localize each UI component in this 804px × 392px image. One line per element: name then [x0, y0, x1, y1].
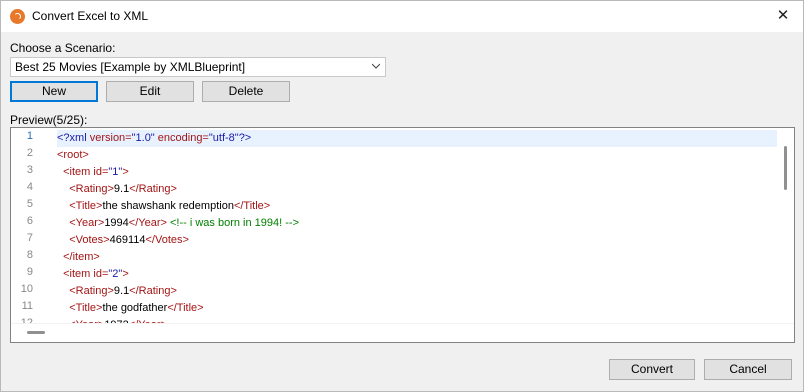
- code-token: 469114: [109, 234, 146, 246]
- line-number: 10: [20, 283, 33, 295]
- scenario-select[interactable]: Best 25 Movies [Example by XMLBlueprint]: [10, 57, 386, 77]
- code-token: <?xml: [57, 132, 90, 144]
- code-line: <root>: [57, 147, 89, 164]
- code-line: <Year>1994</Year> <!-- i was born in 199…: [57, 215, 299, 232]
- code-token: >: [122, 166, 129, 178]
- code-token: 9.1: [113, 285, 130, 297]
- line-number: 8: [26, 249, 33, 261]
- code-token: "utf-8": [208, 132, 239, 144]
- code-token: <Title>: [69, 200, 103, 212]
- code-line: <item id="1">: [57, 164, 129, 181]
- line-number: 3: [26, 164, 33, 176]
- code-token: </Title>: [167, 302, 204, 314]
- code-token: version=: [89, 132, 132, 144]
- code-token: "2": [108, 268, 123, 280]
- app-logo-icon: [10, 9, 25, 24]
- code-token: <Year>: [69, 217, 105, 229]
- convert-button[interactable]: Convert: [609, 359, 695, 380]
- vertical-scrollbar[interactable]: [777, 128, 794, 323]
- code-line: <Title>the shawshank redemption</Title>: [57, 198, 270, 215]
- code-token: 1994: [104, 217, 129, 229]
- code-area[interactable]: <?xml version="1.0" encoding="utf-8"?> <r…: [57, 128, 777, 331]
- code-line: <Rating>9.1</Rating>: [57, 283, 177, 300]
- code-line: <Title>the godfather</Title>: [57, 300, 204, 317]
- line-number: 9: [26, 266, 33, 278]
- code-token: </Title>: [233, 200, 271, 212]
- code-line: </item>: [57, 249, 100, 266]
- code-token: </Year>: [128, 217, 167, 229]
- code-token: >: [122, 268, 129, 280]
- preview-label: Preview(5/25):: [10, 113, 88, 127]
- title-bar: Convert Excel to XML ✕: [1, 1, 803, 32]
- code-token: 9.1: [113, 183, 130, 195]
- line-number: 6: [26, 215, 33, 227]
- code-line: <Votes>469114</Votes>: [57, 232, 189, 249]
- cancel-button-label: Cancel: [729, 362, 767, 376]
- code-line: <item id="2">: [57, 266, 129, 283]
- edit-button-label: Edit: [139, 84, 161, 98]
- line-number: 7: [26, 232, 33, 244]
- code-token: the shawshank redemption: [102, 200, 234, 212]
- code-token: <Rating>: [69, 285, 114, 297]
- scenario-label: Choose a Scenario:: [10, 41, 116, 55]
- code-token: ?>: [238, 132, 252, 144]
- code-token: "1.0": [131, 132, 158, 144]
- code-token: <Votes>: [69, 234, 110, 246]
- code-token: encoding=: [157, 132, 209, 144]
- line-number: 2: [26, 147, 33, 159]
- convert-button-label: Convert: [630, 362, 674, 376]
- code-token: </Rating>: [129, 285, 177, 297]
- delete-button-label: Delete: [228, 84, 264, 98]
- code-token: <Title>: [69, 302, 103, 314]
- chevron-down-icon: [372, 63, 380, 69]
- code-token: <!-- i was born in 1994! -->: [166, 217, 299, 229]
- dialog-window: Convert Excel to XML ✕ Choose a Scenario…: [0, 0, 804, 392]
- code-line: <?xml version="1.0" encoding="utf-8"?>: [57, 130, 777, 147]
- line-number: 5: [26, 198, 33, 210]
- code-token: </Votes>: [145, 234, 189, 246]
- edit-button[interactable]: Edit: [106, 81, 194, 102]
- code-token: the godfather: [102, 302, 168, 314]
- code-token: </Rating>: [129, 183, 177, 195]
- scenario-selected-value: Best 25 Movies [Example by XMLBlueprint]: [15, 60, 246, 74]
- code-token: <item: [63, 166, 94, 178]
- line-number: 1: [26, 130, 33, 142]
- line-number-gutter: 123456789101112: [11, 128, 51, 329]
- line-number: 11: [21, 300, 33, 312]
- code-token: id=: [93, 166, 109, 178]
- line-number: 4: [26, 181, 33, 193]
- window-title: Convert Excel to XML: [32, 9, 149, 23]
- horizontal-scrollbar[interactable]: [11, 323, 794, 342]
- xml-preview-editor[interactable]: 123456789101112 <?xml version="1.0" enco…: [10, 127, 795, 343]
- code-line: <Rating>9.1</Rating>: [57, 181, 177, 198]
- close-icon[interactable]: ✕: [773, 6, 793, 26]
- code-token: id=: [93, 268, 109, 280]
- vertical-scroll-thumb[interactable]: [784, 146, 787, 190]
- horizontal-scroll-thumb[interactable]: [27, 331, 45, 334]
- new-button-label: New: [41, 84, 66, 98]
- cancel-button[interactable]: Cancel: [704, 359, 792, 380]
- code-token: </item>: [63, 251, 100, 263]
- delete-button[interactable]: Delete: [202, 81, 290, 102]
- code-token: <item: [63, 268, 94, 280]
- code-token: <Rating>: [69, 183, 114, 195]
- code-token: <root>: [57, 149, 89, 161]
- code-token: "1": [108, 166, 123, 178]
- new-button[interactable]: New: [10, 81, 98, 102]
